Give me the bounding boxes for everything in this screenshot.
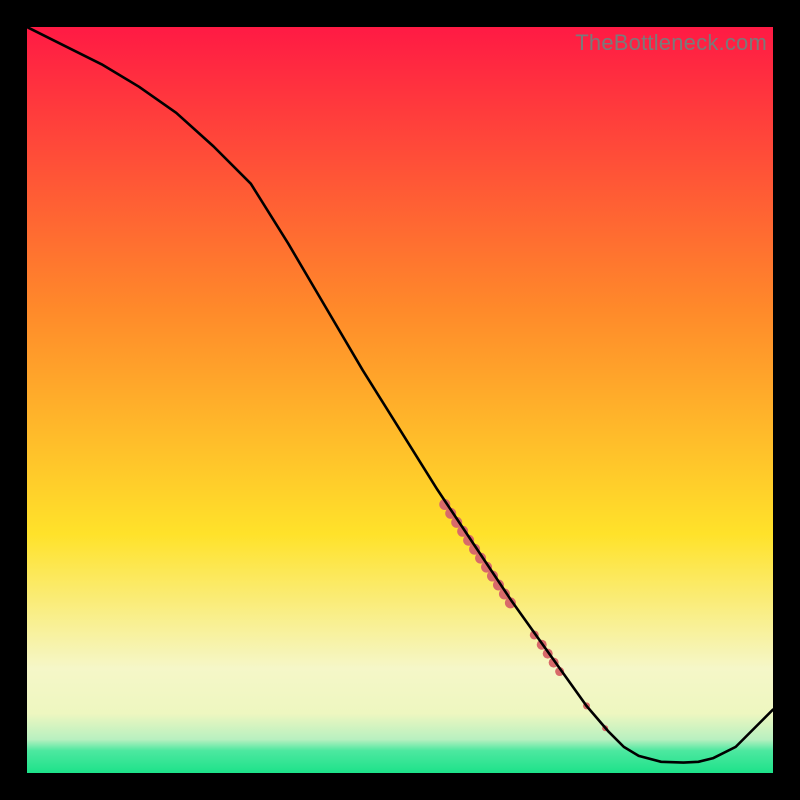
chart-frame: TheBottleneck.com	[0, 0, 800, 800]
chart-svg	[27, 27, 773, 773]
watermark-text: TheBottleneck.com	[575, 30, 767, 56]
gradient-bg	[27, 27, 773, 773]
plot-area: TheBottleneck.com	[27, 27, 773, 773]
